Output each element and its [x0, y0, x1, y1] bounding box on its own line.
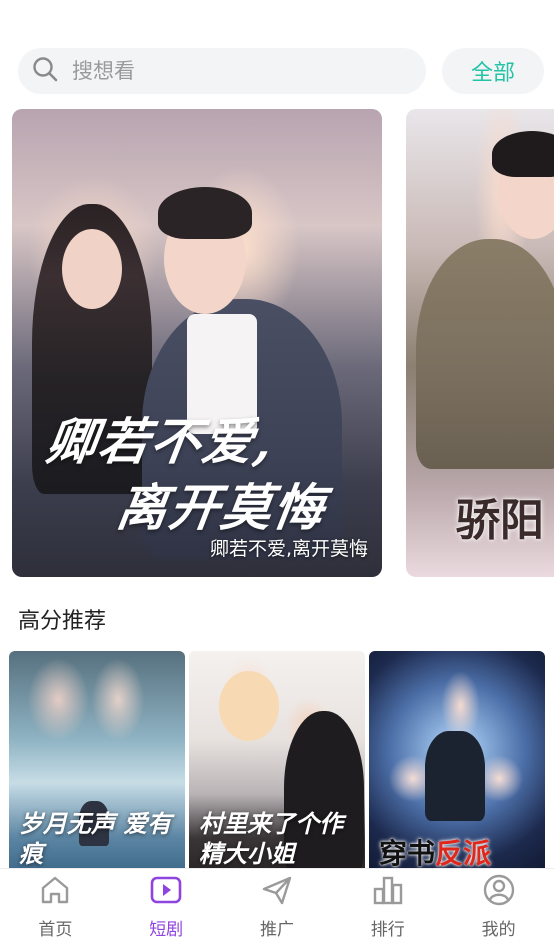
nav-item-home[interactable]: 首页	[0, 873, 110, 940]
poster-figure	[158, 187, 252, 239]
nav-label: 我的	[481, 920, 516, 940]
poster-figure	[219, 671, 279, 741]
search-icon	[32, 56, 58, 86]
nav-label: 短剧	[149, 920, 184, 940]
poster-calligraphy: 村里来了个作精大小姐	[199, 809, 343, 868]
poster-calligraphy: 卿若不爱, 离开莫悔	[42, 412, 330, 537]
section-title: 高分推荐	[18, 609, 107, 634]
poster-figure	[492, 131, 554, 177]
poster-calligraphy: 骄阳	[456, 495, 544, 546]
banner-carousel[interactable]: 卿若不爱, 离开莫悔 卿若不爱,离开莫悔 骄阳	[12, 109, 554, 577]
profile-icon	[482, 873, 516, 911]
drama-card[interactable]: 岁月无声 爱有痕	[9, 651, 185, 871]
bar-chart-icon	[371, 873, 405, 911]
bottom-nav: 首页 短剧 推广 排行 我的	[0, 868, 554, 944]
poster-figure	[416, 239, 554, 469]
banner-card-next[interactable]: 骄阳	[406, 109, 554, 577]
all-categories-button[interactable]: 全部	[442, 48, 544, 94]
home-icon	[38, 873, 72, 911]
nav-label: 首页	[38, 920, 73, 940]
nav-item-mine[interactable]: 我的	[444, 873, 554, 940]
nav-item-short-drama[interactable]: 短剧	[111, 873, 221, 940]
poster-calligraphy: 穿书反派	[379, 837, 492, 870]
search-input[interactable]	[72, 59, 372, 83]
nav-label: 推广	[259, 920, 294, 940]
drama-grid: 岁月无声 爱有痕 村里来了个作精大小姐 穿书反派	[9, 651, 545, 871]
poster-calligraphy: 岁月无声 爱有痕	[19, 809, 172, 868]
nav-item-ranking[interactable]: 排行	[333, 873, 443, 940]
nav-item-promote[interactable]: 推广	[222, 873, 332, 940]
video-play-icon	[149, 873, 183, 911]
poster-figure	[62, 229, 122, 309]
search-box[interactable]	[18, 48, 426, 94]
paper-plane-icon	[260, 873, 294, 911]
banner-title: 卿若不爱,离开莫悔	[209, 538, 368, 560]
search-row: 全部	[18, 47, 544, 95]
drama-card[interactable]: 村里来了个作精大小姐	[189, 651, 365, 871]
banner-card[interactable]: 卿若不爱, 离开莫悔 卿若不爱,离开莫悔	[12, 109, 382, 577]
app-page: 全部 卿若不爱, 离开莫悔 卿若不爱,离开莫悔 骄阳 高分推荐	[0, 0, 554, 944]
nav-label: 排行	[370, 920, 405, 940]
drama-card[interactable]: 穿书反派	[369, 651, 545, 871]
poster-figure	[425, 731, 485, 821]
